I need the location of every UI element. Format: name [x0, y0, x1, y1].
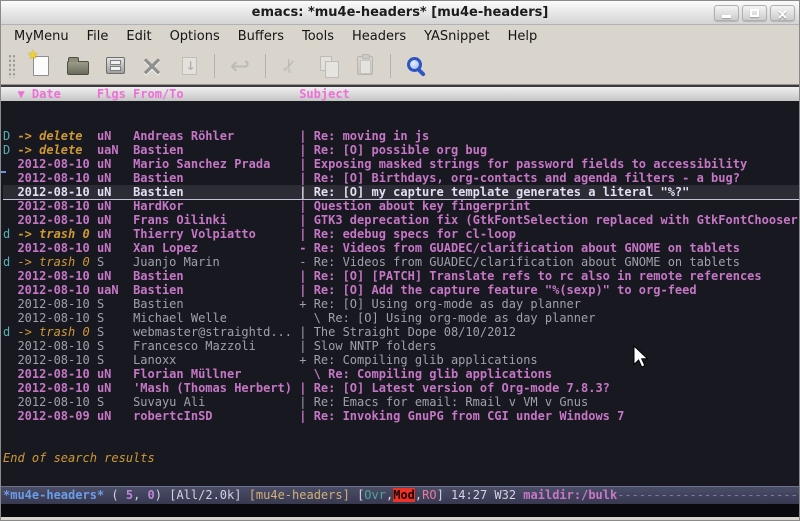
- message-row[interactable]: 2012-08-10 uN 'Mash (Thomas Herbert) | R…: [3, 381, 799, 395]
- menu-file[interactable]: File: [78, 27, 118, 46]
- copy-icon: [320, 56, 332, 71]
- modeline-segment-base: ) [All/2.0k]: [155, 488, 249, 502]
- emacs-window: emacs: *mu4e-headers* [mu4e-headers] MyM…: [0, 0, 800, 521]
- new-file-icon: [33, 56, 49, 76]
- modeline-segment-buffer-name: *mu4e-headers*: [3, 488, 104, 502]
- menu-bar: MyMenuFileEditOptionsBuffersToolsHeaders…: [1, 25, 799, 47]
- new-file-button[interactable]: [26, 52, 56, 80]
- mu4e-headers-buffer: D -> delete uN Andreas Röhler | Re: movi…: [1, 101, 799, 486]
- fringe-cursor-indicator: [1, 171, 6, 173]
- menu-buffers[interactable]: Buffers: [229, 27, 293, 46]
- close-button[interactable]: [770, 5, 795, 21]
- message-row[interactable]: 2012-08-10 uN Bastien | Re: [O] [PATCH] …: [3, 269, 799, 283]
- minimize-icon: [722, 15, 731, 18]
- save-as-button: [174, 52, 204, 80]
- message-row[interactable]: 2012-08-10 uaN Bastien | Re: [O] Add the…: [3, 283, 799, 297]
- copy-button: [313, 52, 343, 80]
- menu-tools[interactable]: Tools: [293, 27, 343, 46]
- message-row[interactable]: 2012-08-10 S Lanoxx + Re: Compiling glib…: [3, 353, 799, 367]
- modeline-segment-num: 0: [148, 488, 155, 502]
- open-folder-icon: [67, 61, 89, 75]
- modeline-segment-mode: [mu4e-headers]: [249, 488, 350, 502]
- title-bar[interactable]: emacs: *mu4e-headers* [mu4e-headers]: [1, 1, 799, 25]
- menu-edit[interactable]: Edit: [117, 27, 160, 46]
- paste-icon: [357, 56, 373, 75]
- menu-yasnippet[interactable]: YASnippet: [415, 27, 499, 46]
- message-row[interactable]: D -> delete uN Andreas Röhler | Re: movi…: [3, 129, 799, 143]
- modeline-segment-num: 5: [126, 488, 133, 502]
- message-row[interactable]: 2012-08-10 uN Bastien | Re: [O] Birthday…: [3, 171, 799, 185]
- modeline-segment-maildir: maildir:/bulk: [523, 488, 617, 502]
- close-icon: [777, 4, 789, 23]
- modeline-segment-base: ] 14:27 W32: [437, 488, 524, 502]
- open-folder-button[interactable]: [63, 52, 93, 80]
- modeline-segment-base: ,: [133, 488, 147, 502]
- minibuffer[interactable]: [1, 504, 799, 517]
- save-icon: [106, 57, 125, 74]
- toolbar-separator: [265, 54, 266, 78]
- menu-headers[interactable]: Headers: [343, 27, 415, 46]
- message-row[interactable]: 2012-08-10 S Bastien + Re: [O] Using org…: [3, 297, 799, 311]
- message-row[interactable]: d -> trash 0 S webmaster@straightd... | …: [3, 325, 799, 339]
- undo-icon: [230, 54, 250, 78]
- search-icon: [407, 57, 422, 72]
- undo-button: [225, 52, 255, 80]
- cut-button: [276, 52, 306, 80]
- toolbar-separator: [390, 54, 391, 78]
- modeline-segment-ovr: Ovr: [364, 488, 386, 502]
- window-buttons: [714, 5, 795, 21]
- message-row[interactable]: 2012-08-10 uN Bastien | Re: [O] my captu…: [3, 185, 799, 199]
- message-row[interactable]: 2012-08-10 S Suvayu Ali | Re: Emacs for …: [3, 395, 799, 409]
- message-row[interactable]: 2012-08-10 uN HardKor | Question about k…: [3, 199, 799, 213]
- modeline-segment-dash: ----------------------------------------…: [617, 488, 799, 502]
- message-row[interactable]: d -> trash 0 uN Thierry Volpiatto | Re: …: [3, 227, 799, 241]
- toolbar: [1, 47, 799, 85]
- search-button[interactable]: [401, 52, 431, 80]
- minimize-button[interactable]: [714, 5, 739, 21]
- window-title: emacs: *mu4e-headers* [mu4e-headers]: [252, 5, 549, 20]
- maximize-button[interactable]: [742, 5, 767, 21]
- close-buffer-icon: [140, 53, 163, 79]
- save-as-icon: [182, 57, 197, 75]
- message-row[interactable]: 2012-08-10 uN Xan Lopez - Re: Videos fro…: [3, 241, 799, 255]
- menu-options[interactable]: Options: [161, 27, 229, 46]
- end-of-search-results: End of search results: [3, 451, 799, 465]
- modeline-segment-base: (: [104, 488, 126, 502]
- close-buffer-button[interactable]: [137, 52, 167, 80]
- modeline-segment-base: [: [350, 488, 364, 502]
- message-row[interactable]: D -> delete uaN Bastien | Re: [O] possib…: [3, 143, 799, 157]
- paste-button: [350, 52, 380, 80]
- message-row[interactable]: 2012-08-10 S Francesco Mazzoli | Slow NN…: [3, 339, 799, 353]
- modeline-segment-mod: Mod: [393, 488, 415, 502]
- message-row[interactable]: 2012-08-10 uN Mario Sanchez Prada | Expo…: [3, 157, 799, 171]
- mode-line: *mu4e-headers* ( 5, 0) [All/2.0k] [mu4e-…: [1, 486, 799, 504]
- message-row[interactable]: 2012-08-10 S Michael Welle \ Re: [O] Usi…: [3, 311, 799, 325]
- toolbar-drag-handle-icon[interactable]: [8, 54, 16, 78]
- maximize-icon: [750, 9, 759, 17]
- toolbar-separator: [214, 54, 215, 78]
- menu-help[interactable]: Help: [499, 27, 547, 46]
- message-row[interactable]: 2012-08-10 uN Florian Müllner \ Re: Comp…: [3, 367, 799, 381]
- headers-column-header: ▼ Date Flgs From/To Subject: [1, 85, 799, 101]
- cut-icon: [283, 56, 298, 75]
- save-button[interactable]: [100, 52, 130, 80]
- menu-mymenu[interactable]: MyMenu: [5, 27, 78, 46]
- message-row[interactable]: 2012-08-10 uN Frans Oilinki | GTK3 depre…: [3, 213, 799, 227]
- frame-bottom-edge: [1, 517, 799, 520]
- message-rows: D -> delete uN Andreas Röhler | Re: movi…: [3, 129, 799, 423]
- message-row[interactable]: 2012-08-09 uN robertcInSD | Re: Invoking…: [3, 409, 799, 423]
- modeline-segment-ro: RO: [422, 488, 436, 502]
- message-row[interactable]: d -> trash 0 S Juanjo Marin - Re: Videos…: [3, 255, 799, 269]
